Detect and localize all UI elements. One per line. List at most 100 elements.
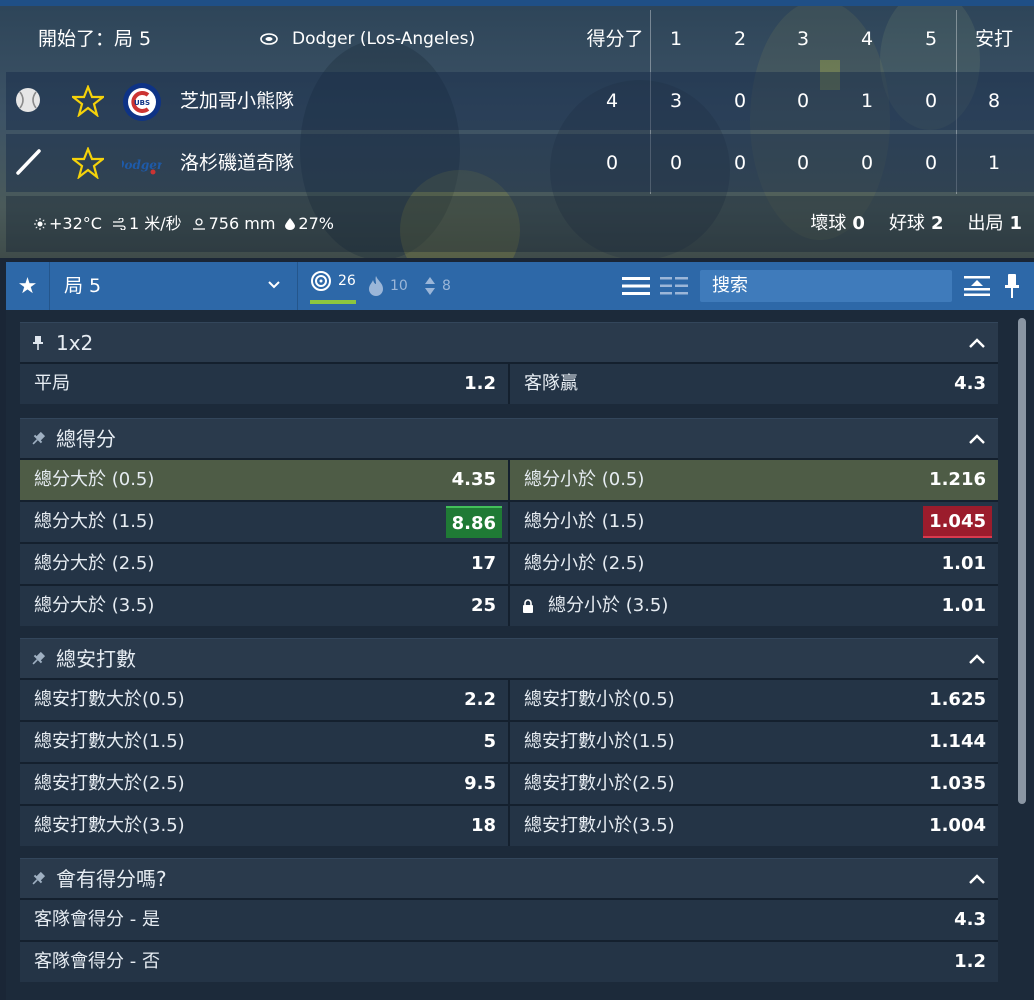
stadium-icon — [260, 33, 278, 45]
odd-cell[interactable]: 客隊贏 4.3 — [510, 364, 998, 404]
odd-cell[interactable]: 總安打數小於(3.5) 1.004 — [510, 806, 998, 846]
market-header[interactable]: 總安打數 — [20, 638, 998, 678]
team-score-inning: 0 — [733, 152, 747, 174]
favorite-star-icon[interactable] — [72, 147, 104, 179]
game-status: 開始了：局 5 — [38, 28, 152, 50]
collapse-all-icon[interactable] — [962, 274, 992, 298]
balls-count: 壞球 0 — [810, 213, 865, 234]
market-rows: 平局 1.2 客隊贏 4.3 — [20, 362, 998, 404]
header-inning-5: 5 — [924, 28, 938, 50]
wind-icon — [112, 218, 126, 230]
search-input[interactable]: 搜索 — [700, 270, 952, 302]
chevron-down-icon — [268, 281, 280, 289]
market-title: 會有得分嗎? — [56, 867, 167, 891]
filter-all[interactable]: 26 — [310, 262, 356, 304]
outcome-name: 總安打數小於(3.5) — [524, 815, 675, 836]
market-title: 1x2 — [56, 331, 94, 355]
odd-cell[interactable]: 總分大於 (1.5) 8.86 — [20, 502, 508, 542]
team-score-inning: 3 — [669, 90, 683, 112]
team-score-total: 0 — [605, 152, 619, 174]
market-header[interactable]: 會有得分嗎? — [20, 858, 998, 898]
grid-view-icon[interactable] — [660, 274, 688, 298]
odd-value: 18 — [470, 815, 496, 836]
odd-cell[interactable]: 總安打數大於(1.5) 5 — [20, 722, 508, 762]
odd-value: 4.35 — [451, 469, 496, 490]
market-header[interactable]: 總得分 — [20, 418, 998, 458]
odd-cell[interactable]: 總安打數大於(3.5) 18 — [20, 806, 508, 846]
pressure: 756 mm — [192, 196, 275, 252]
pin-icon[interactable] — [30, 335, 46, 351]
filter-popular[interactable]: 10 — [368, 262, 408, 310]
odd-cell[interactable]: 總分小於 (1.5) 1.045 — [510, 502, 998, 542]
game-info-row: +32°C 1 米/秒 756 mm 27% 壞球 0 好球 2 出局 1 — [6, 196, 1034, 252]
odd-cell[interactable]: 總分大於 (2.5) 17 — [20, 544, 508, 584]
market-rows: 總安打數大於(0.5) 2.2 總安打數小於(0.5) 1.625 總安打數大於… — [20, 678, 998, 846]
outcome-name: 總分大於 (0.5) — [34, 469, 155, 490]
scrollbar[interactable] — [1018, 318, 1026, 804]
odd-value-rising: 8.86 — [445, 506, 502, 538]
baseball-icon — [16, 88, 40, 112]
chevron-up-icon[interactable] — [968, 431, 986, 447]
cubs-logo: UBS — [123, 83, 161, 121]
odd-cell[interactable]: 平局 1.2 — [20, 364, 508, 404]
market-total-hits: 總安打數 總安打數大於(0.5) 2.2 總安打數小於(0.5) 1.625 總… — [20, 638, 998, 846]
fire-icon — [369, 276, 383, 296]
temperature: +32°C — [34, 196, 102, 252]
droplet-icon — [285, 218, 296, 230]
chevron-up-icon[interactable] — [968, 335, 986, 351]
odd-value: 5 — [483, 731, 496, 752]
market-1x2: 1x2 平局 1.2 客隊贏 4.3 — [20, 322, 998, 404]
header-score: 得分了 — [586, 28, 644, 50]
outcome-name: 總安打數大於(2.5) — [34, 773, 185, 794]
chevron-up-icon[interactable] — [968, 871, 986, 887]
market-rows: 客隊會得分 - 是 4.3 客隊會得分 - 否 1.2 — [20, 898, 998, 982]
odd-cell[interactable]: 總分大於 (3.5) 25 — [20, 586, 508, 626]
odd-value: 1.01 — [941, 553, 986, 574]
odd-cell[interactable]: 總安打數小於(2.5) 1.035 — [510, 764, 998, 804]
filter-sorted[interactable]: 8 — [424, 262, 451, 310]
pin-icon[interactable] — [30, 871, 46, 887]
market-title: 總得分 — [56, 427, 116, 451]
odd-cell[interactable]: 總安打數小於(0.5) 1.625 — [510, 680, 998, 720]
odd-cell[interactable]: 總分小於 (2.5) 1.01 — [510, 544, 998, 584]
team-hits: 1 — [987, 152, 1001, 174]
favorite-star-icon[interactable] — [72, 85, 104, 117]
team-score-total: 4 — [605, 90, 619, 112]
outcome-name: 總分小於 (0.5) — [524, 469, 645, 490]
team-score-inning: 0 — [796, 152, 810, 174]
odd-value: 1.144 — [929, 731, 986, 752]
sort-arrows-icon — [425, 277, 435, 295]
header-inning-1: 1 — [669, 28, 683, 50]
outcome-name: 總分小於 (2.5) — [524, 553, 645, 574]
pitch-count: 壞球 0 好球 2 出局 1 — [810, 196, 1022, 252]
pin-icon[interactable] — [1002, 272, 1022, 300]
odd-cell[interactable]: 總分小於 (0.5) 1.216 — [510, 460, 998, 500]
market-header[interactable]: 1x2 — [20, 322, 998, 362]
chevron-up-icon[interactable] — [968, 651, 986, 667]
favorites-star-icon[interactable]: ★ — [6, 262, 50, 310]
team-hits: 8 — [987, 90, 1001, 112]
team-score-inning: 1 — [860, 90, 874, 112]
pin-icon[interactable] — [30, 431, 46, 447]
period-select[interactable]: 局 5 — [50, 262, 298, 310]
list-view-icon[interactable] — [622, 274, 650, 298]
market-rows: 總分大於 (0.5) 4.35 總分小於 (0.5) 1.216 總分大於 (1… — [20, 458, 998, 626]
header-inning-4: 4 — [860, 28, 874, 50]
odd-cell[interactable]: 總安打數小於(1.5) 1.144 — [510, 722, 998, 762]
odd-value: 17 — [470, 553, 496, 574]
odd-cell[interactable]: 總分大於 (0.5) 4.35 — [20, 460, 508, 500]
team-row-home: UBS 芝加哥小熊隊 4 3 0 0 1 0 8 — [6, 72, 1034, 130]
outcome-name: 客隊贏 — [524, 373, 578, 394]
header-inning-3: 3 — [796, 28, 810, 50]
pin-icon[interactable] — [30, 651, 46, 667]
odd-cell[interactable]: 客隊會得分 - 否 1.2 — [20, 942, 998, 982]
market-total-runs: 總得分 總分大於 (0.5) 4.35 總分小於 (0.5) 1.216 總分大… — [20, 418, 998, 626]
outcome-name: 客隊會得分 - 否 — [34, 951, 160, 972]
stadium-name: Dodger (Los-Angeles) — [292, 29, 476, 49]
odd-cell-locked: 總分小於 (3.5) 1.01 — [510, 586, 998, 626]
period-select-value: 局 5 — [64, 275, 102, 297]
odd-cell[interactable]: 客隊會得分 - 是 4.3 — [20, 900, 998, 940]
team-score-inning: 0 — [924, 90, 938, 112]
odd-cell[interactable]: 總安打數大於(0.5) 2.2 — [20, 680, 508, 720]
odd-cell[interactable]: 總安打數大於(2.5) 9.5 — [20, 764, 508, 804]
